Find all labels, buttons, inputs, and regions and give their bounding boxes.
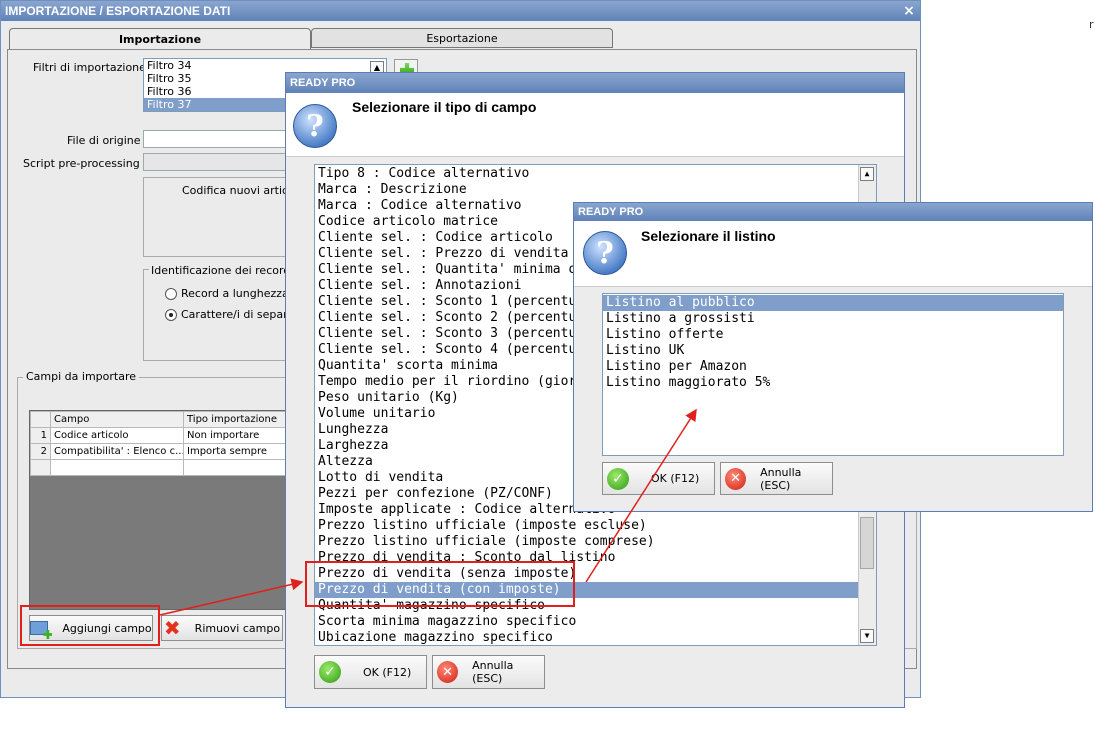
fields-table: Campo Tipo importazione 1 Codice articol… xyxy=(30,411,290,476)
field-type-ok-button[interactable]: ✓ OK (F12) xyxy=(314,655,427,689)
list-item[interactable]: Listino UK xyxy=(603,343,1063,359)
list-item[interactable]: Listino per Amazon xyxy=(603,359,1063,375)
tab-importazione-label: Importazione xyxy=(118,33,202,46)
window-title: IMPORTAZIONE / ESPORTAZIONE DATI xyxy=(1,1,920,21)
price-list-list[interactable]: Listino al pubblico Listino a grossisti Li… xyxy=(602,293,1064,456)
table-row[interactable]: 1 Codice articolo Non importare xyxy=(30,427,290,444)
ok-label: OK (F12) xyxy=(651,472,700,485)
row-campo[interactable]: Codice articolo xyxy=(50,427,184,444)
source-file-label: File di origine : xyxy=(67,134,148,147)
row-tipo[interactable]: Non importare xyxy=(183,427,290,444)
selection-highlight xyxy=(305,561,575,607)
list-item[interactable]: Tipo 8 : Codice alternativo xyxy=(315,166,859,182)
list-item-selected[interactable]: Listino al pubblico xyxy=(603,295,1063,311)
table-row-empty[interactable] xyxy=(30,459,290,476)
background-fragment: r xyxy=(1089,18,1094,31)
list-item[interactable]: Prezzo listino ufficiale (imposte compre… xyxy=(315,534,859,550)
filters-label: Filtri di importazione : xyxy=(33,61,154,74)
tab-importazione[interactable]: Importazione xyxy=(9,28,311,50)
row-tipo[interactable]: Importa sempre xyxy=(183,443,290,460)
price-list-ok-button[interactable]: ✓ OK (F12) xyxy=(602,462,715,495)
tab-esportazione-label: Esportazione xyxy=(426,32,498,45)
question-icon: ? xyxy=(293,104,337,148)
price-list-dialog: READY PRO ? Selezionare il listino Listi… xyxy=(573,202,1093,512)
row-number: 1 xyxy=(30,427,51,444)
add-field-highlight xyxy=(20,605,160,646)
fields-grid[interactable]: Campo Tipo importazione 1 Codice articol… xyxy=(29,410,291,610)
list-item[interactable]: Ubicazione magazzino specifico xyxy=(315,630,859,645)
script-input[interactable] xyxy=(143,153,293,171)
list-item[interactable]: Listino maggiorato 5% xyxy=(603,375,1063,391)
radio-dot xyxy=(169,313,173,317)
remove-field-label: Rimuovi campo xyxy=(194,621,281,635)
radio-fixed-length[interactable] xyxy=(165,288,177,300)
cancel-x-icon: ✕ xyxy=(437,661,459,683)
cancel-x-icon: ✕ xyxy=(725,467,747,490)
field-type-cancel-button[interactable]: ✕ Annulla (ESC) xyxy=(432,655,545,689)
radio-fixed-label: Record a lunghezza fi xyxy=(181,287,300,300)
list-item[interactable]: Listino a grossisti xyxy=(603,311,1063,327)
grid-corner xyxy=(30,411,51,428)
checkmark-icon: ✓ xyxy=(607,467,629,490)
row-campo[interactable]: Compatibilita' : Elenco c... xyxy=(50,443,184,460)
list-item[interactable]: Marca : Descrizione xyxy=(315,182,859,198)
field-type-heading: Selezionare il tipo di campo xyxy=(352,99,537,115)
table-row[interactable]: 2 Compatibilita' : Elenco c... Importa s… xyxy=(30,443,290,460)
question-icon: ? xyxy=(583,231,627,275)
source-file-input[interactable] xyxy=(143,130,293,148)
script-label: Script pre-processing : xyxy=(23,157,147,170)
ok-label: OK (F12) xyxy=(363,665,412,679)
price-list-dialog-title: READY PRO xyxy=(574,203,1092,221)
price-list-cancel-button[interactable]: ✕ Annulla (ESC) xyxy=(720,462,833,495)
remove-x-icon: ✖ xyxy=(163,616,181,640)
filter-item[interactable]: Filtro 34 xyxy=(144,59,386,72)
scroll-down-arrow-icon[interactable]: ▼ xyxy=(860,629,874,643)
checkmark-icon: ✓ xyxy=(319,661,341,683)
scroll-up-arrow-icon[interactable]: ▲ xyxy=(860,167,874,181)
list-item[interactable]: Listino offerte xyxy=(603,327,1063,343)
close-icon[interactable]: × xyxy=(901,3,917,19)
field-type-dialog-title: READY PRO xyxy=(286,73,904,93)
radio-separator[interactable] xyxy=(165,309,177,321)
list-item[interactable]: Prezzo listino ufficiale (imposte esclus… xyxy=(315,518,859,534)
grid-header-campo: Campo xyxy=(50,411,184,428)
row-number: 2 xyxy=(30,443,51,460)
remove-field-button[interactable]: ✖ Rimuovi campo xyxy=(161,615,283,641)
cancel-label: Annulla (ESC) xyxy=(760,465,802,492)
cancel-label: Annulla (ESC) xyxy=(472,659,514,685)
encoding-label: Codifica nuovi articoli xyxy=(182,184,301,197)
grid-header-tipo: Tipo importazione xyxy=(183,411,290,428)
tab-esportazione[interactable]: Esportazione xyxy=(311,28,613,48)
list-item[interactable]: Scorta minima magazzino specifico xyxy=(315,614,859,630)
price-list-heading: Selezionare il listino xyxy=(641,228,776,244)
price-list-items: Listino al pubblico Listino a grossisti Li… xyxy=(603,295,1063,391)
fields-group-label: Campi da importare xyxy=(23,370,139,383)
scroll-thumb[interactable] xyxy=(860,517,874,569)
